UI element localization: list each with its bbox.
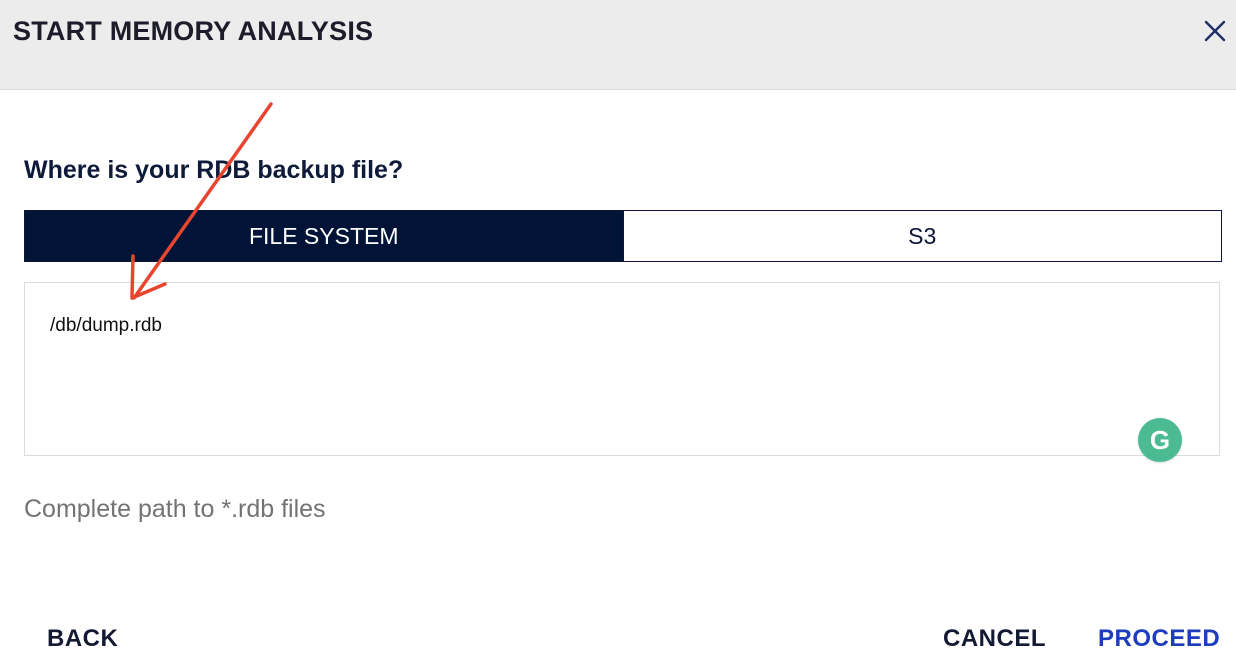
- grammarly-icon[interactable]: G: [1138, 418, 1182, 462]
- path-textarea[interactable]: /db/dump.rdb: [24, 282, 1220, 456]
- dialog-header: START MEMORY ANALYSIS: [0, 0, 1236, 90]
- proceed-button[interactable]: PROCEED: [1098, 625, 1220, 653]
- path-value[interactable]: /db/dump.rdb: [50, 315, 162, 337]
- tab-s3[interactable]: S3: [622, 211, 1221, 261]
- question-heading: Where is your RDB backup file?: [24, 156, 404, 184]
- close-icon[interactable]: [1200, 16, 1230, 46]
- dialog-title: START MEMORY ANALYSIS: [13, 16, 374, 46]
- source-tabs: FILE SYSTEM S3: [24, 210, 1222, 262]
- cancel-button[interactable]: CANCEL: [943, 625, 1046, 653]
- tab-file-system[interactable]: FILE SYSTEM: [25, 211, 623, 261]
- path-hint: Complete path to *.rdb files: [24, 495, 326, 523]
- back-button[interactable]: BACK: [47, 625, 118, 653]
- start-memory-analysis-dialog: START MEMORY ANALYSIS Where is your RDB …: [0, 0, 1236, 664]
